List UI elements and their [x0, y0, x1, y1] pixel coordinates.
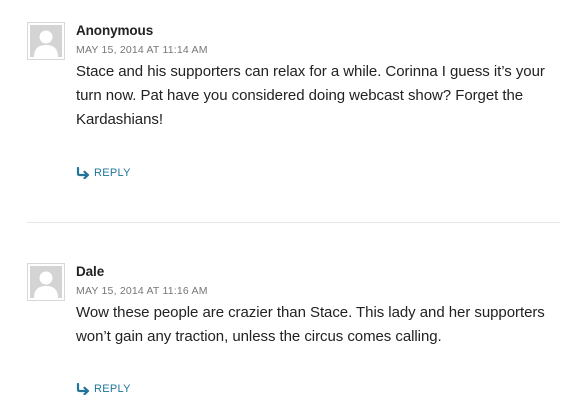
comment-date[interactable]: MAY 15, 2014 AT 11:16 AM: [76, 284, 560, 298]
default-avatar-icon: [30, 266, 62, 298]
comment-body: Dale MAY 15, 2014 AT 11:16 AM Wow these …: [76, 263, 560, 395]
default-avatar-icon: [30, 25, 62, 57]
comment-text-paragraph: Stace and his supporters can relax for a…: [76, 63, 545, 128]
comment-text-paragraph: Wow these people are crazier than Stace.…: [76, 304, 545, 345]
comment-date-link[interactable]: MAY 15, 2014 AT 11:16 AM: [76, 285, 208, 297]
reply-label: REPLY: [94, 383, 131, 395]
reply-arrow-icon: [76, 383, 90, 395]
comment-body: Anonymous MAY 15, 2014 AT 11:14 AM Stace…: [76, 22, 560, 179]
comment-text: Wow these people are crazier than Stace.…: [76, 301, 560, 349]
avatar[interactable]: [27, 22, 65, 60]
comment-date[interactable]: MAY 15, 2014 AT 11:14 AM: [76, 43, 560, 57]
comment-author[interactable]: Dale: [76, 263, 560, 280]
reply-button[interactable]: REPLY: [76, 167, 131, 179]
comment-date-link[interactable]: MAY 15, 2014 AT 11:14 AM: [76, 44, 208, 56]
avatar[interactable]: [27, 263, 65, 301]
comment-text: Stace and his supporters can relax for a…: [76, 60, 560, 132]
comment-divider: [27, 222, 560, 223]
reply-label: REPLY: [94, 167, 131, 179]
reply-button[interactable]: REPLY: [76, 383, 131, 395]
reply-arrow-icon: [76, 167, 90, 179]
comment-author[interactable]: Anonymous: [76, 22, 560, 39]
